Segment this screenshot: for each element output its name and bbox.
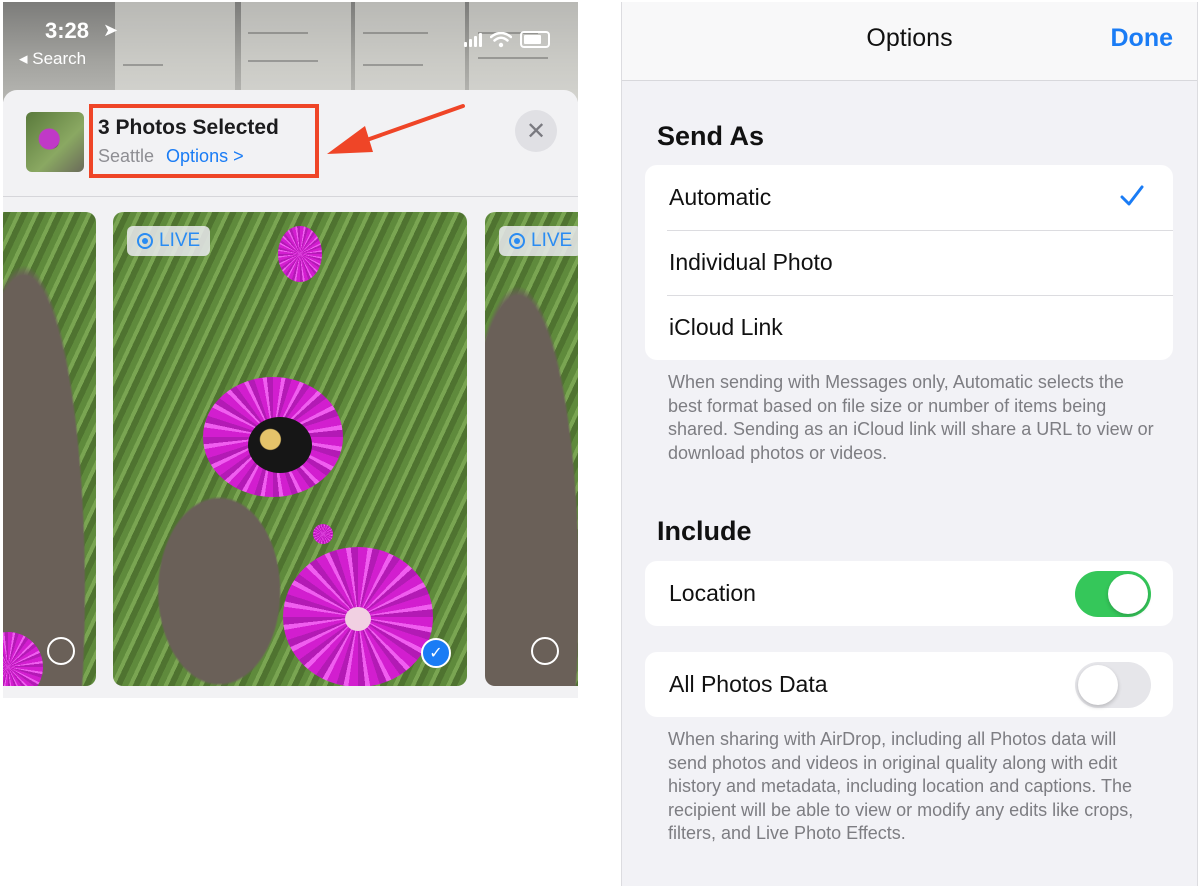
selection-title: 3 Photos Selected bbox=[98, 116, 279, 139]
selected-check-icon[interactable]: ✓ bbox=[421, 638, 451, 668]
cellular-signal-icon bbox=[464, 32, 482, 47]
toggle-knob bbox=[1108, 574, 1148, 614]
battery-icon bbox=[520, 31, 550, 48]
send-as-footnote: When sending with Messages only, Automat… bbox=[668, 372, 1154, 463]
selection-circle[interactable] bbox=[531, 637, 559, 665]
live-label: LIVE bbox=[531, 230, 573, 251]
selection-circle[interactable] bbox=[47, 637, 75, 665]
selection-thumbnail bbox=[26, 112, 84, 172]
toggle-knob bbox=[1078, 665, 1118, 705]
background-document bbox=[3, 2, 578, 102]
photo-card[interactable]: LIVE bbox=[485, 212, 578, 686]
location-row: Location bbox=[645, 561, 1173, 626]
location-arrow-icon: ➤ bbox=[103, 20, 119, 40]
live-label: LIVE bbox=[159, 230, 201, 251]
close-icon: ✕ bbox=[525, 117, 547, 145]
selection-location: Seattle bbox=[98, 146, 155, 166]
all-photos-data-group: All Photos Data bbox=[645, 652, 1173, 717]
include-footnote: When sharing with AirDrop, including all… bbox=[668, 729, 1134, 843]
share-sheet: 3 Photos Selected Seattle Options > ✕ LIV… bbox=[3, 90, 578, 698]
all-photos-data-toggle[interactable] bbox=[1075, 662, 1151, 708]
wifi-icon bbox=[490, 31, 512, 47]
options-link[interactable]: Options > bbox=[166, 146, 244, 166]
live-photo-badge: LIVE bbox=[127, 226, 211, 256]
option-label: Individual Photo bbox=[669, 249, 833, 275]
done-button[interactable]: Done bbox=[1111, 24, 1174, 53]
all-photos-data-label: All Photos Data bbox=[669, 671, 828, 697]
share-sheet-screenshot: 3:28 ➤ ◂ Search 3 Photos Selected Seattl… bbox=[3, 2, 578, 698]
send-as-option-automatic[interactable]: Automatic bbox=[645, 165, 1173, 230]
options-nav-bar: Options Done bbox=[622, 2, 1197, 81]
location-label: Location bbox=[669, 580, 756, 606]
back-to-search-link[interactable]: ◂ Search bbox=[19, 49, 86, 69]
options-panel: Options Done Send As Automatic Individua… bbox=[621, 2, 1198, 886]
send-as-group: Automatic Individual Photo iCloud Link bbox=[645, 165, 1173, 360]
checkmark-icon bbox=[1120, 185, 1144, 206]
all-photos-data-row: All Photos Data bbox=[645, 652, 1173, 717]
photo-card[interactable] bbox=[3, 212, 96, 686]
close-button[interactable]: ✕ bbox=[515, 110, 557, 152]
share-sheet-header: 3 Photos Selected Seattle Options > ✕ bbox=[3, 90, 578, 197]
send-as-option-individual-photo[interactable]: Individual Photo bbox=[645, 230, 1173, 295]
selection-subtitle: Seattle Options > bbox=[98, 146, 244, 167]
live-photo-icon bbox=[509, 233, 525, 249]
status-time: 3:28 bbox=[45, 18, 90, 43]
annotation-arrow-icon bbox=[327, 104, 465, 154]
include-heading: Include bbox=[657, 516, 752, 546]
photo-card[interactable]: LIVE ✓ bbox=[113, 212, 467, 686]
option-label: Automatic bbox=[669, 184, 772, 210]
location-group: Location bbox=[645, 561, 1173, 626]
live-photo-badge: LIVE bbox=[499, 226, 578, 256]
location-toggle[interactable] bbox=[1075, 571, 1151, 617]
send-as-option-icloud-link[interactable]: iCloud Link bbox=[645, 295, 1173, 360]
live-photo-icon bbox=[137, 233, 153, 249]
option-label: iCloud Link bbox=[669, 314, 783, 340]
status-icons bbox=[464, 31, 550, 48]
send-as-heading: Send As bbox=[657, 121, 765, 151]
